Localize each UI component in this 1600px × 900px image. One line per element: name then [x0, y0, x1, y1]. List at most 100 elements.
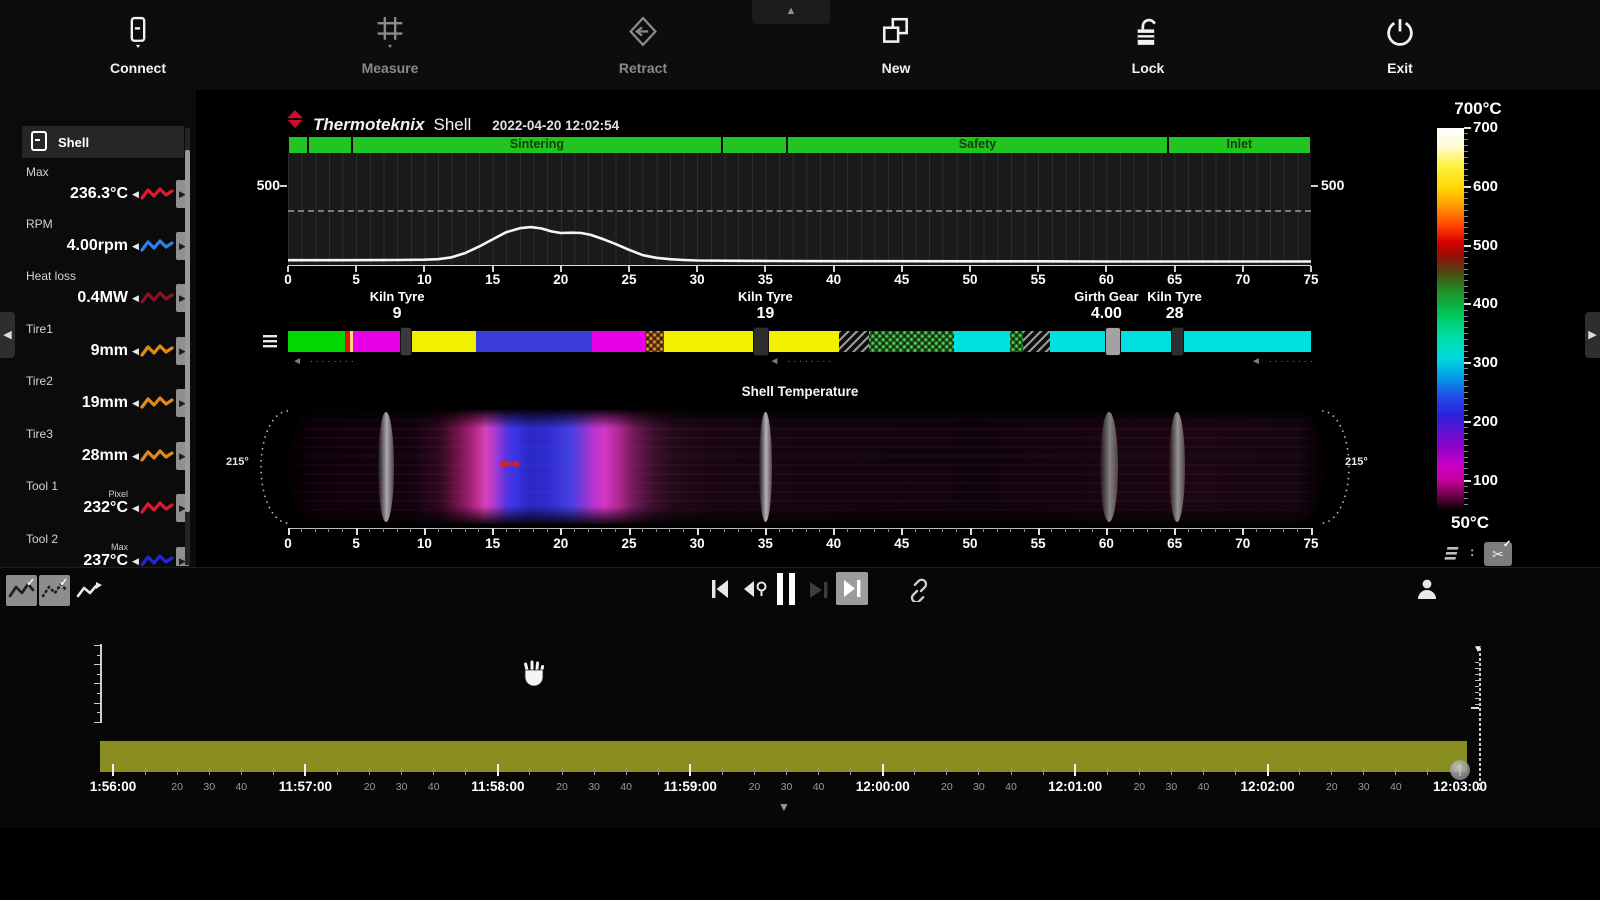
timeline-minor-label: 30	[1349, 781, 1379, 793]
timeline-minor-tick	[337, 768, 338, 775]
colorbar-tick-minor	[1464, 445, 1468, 446]
timeline-major-label: 12:03:00	[1415, 779, 1505, 794]
pause-button-bar2[interactable]	[789, 573, 795, 605]
kiln-marker-label: Kiln Tyre	[337, 289, 457, 304]
sidebar-item-sparkline[interactable]	[140, 185, 174, 203]
thermal-axis-label: 55	[1018, 536, 1058, 551]
sidebar-scrollbar-thumb[interactable]	[185, 150, 190, 512]
toolbar-button-measure[interactable]: Measure	[330, 8, 450, 82]
sidebar-item-label: Max	[26, 165, 49, 179]
palette-options-icon[interactable]	[1444, 545, 1460, 563]
toolbar-collapse-button[interactable]: ▲	[752, 0, 830, 24]
thermal-axis-tick-minor	[369, 528, 370, 532]
timeline-minor-label: 40	[1188, 781, 1218, 793]
thermal-axis-tick-major	[560, 528, 562, 535]
timeline-left-axis-tick	[97, 712, 100, 713]
sidebar-item-sparkline[interactable]	[140, 394, 174, 412]
timeline-scrubber-circle[interactable]	[1450, 760, 1470, 780]
toolbar-button-retract[interactable]: Retract	[583, 8, 703, 82]
skip-end-button[interactable]	[836, 572, 868, 605]
x-axis-label: 30	[677, 272, 717, 287]
thermal-axis-tick-major	[492, 528, 494, 535]
temperature-colorbar[interactable]	[1437, 128, 1464, 510]
colorbar-tick-minor	[1464, 133, 1468, 134]
timeline-minor-label: 40	[419, 781, 449, 793]
measure-icon	[330, 8, 450, 56]
timeline-minor-label: 30	[964, 781, 994, 793]
thermal-axis-tick-minor	[915, 528, 916, 532]
timeline-left-axis-tick	[94, 664, 100, 665]
colorbar-tick-minor	[1464, 374, 1468, 375]
thermal-axis-label: 30	[677, 536, 717, 551]
right-panel-tab[interactable]: ▶	[1585, 312, 1600, 358]
timeline-minor-tick	[658, 768, 659, 775]
band-segment	[839, 331, 869, 352]
sidebar-item-value: 9mm	[22, 342, 128, 360]
thermal-axis-tick-minor	[1051, 528, 1052, 532]
colorbar-tick-minor	[1464, 151, 1468, 152]
colorbar-tick-minor	[1464, 410, 1468, 411]
skip-start-button[interactable]	[708, 577, 732, 601]
timeline-cursor-handle-icon[interactable]: ▼	[1473, 644, 1483, 655]
sidebar-item-value: 237°C	[22, 552, 128, 566]
timeline-cursor-line[interactable]	[1479, 648, 1481, 790]
sidebar-item-sparkline[interactable]	[140, 552, 174, 566]
band-menu-button[interactable]	[262, 333, 278, 349]
user-icon[interactable]	[1416, 578, 1438, 600]
bottom-collapse-button[interactable]: ▼	[770, 800, 798, 816]
timeline-major-label: 12:02:00	[1223, 779, 1313, 794]
thermal-axis-label: 40	[814, 536, 854, 551]
toolbar-label: Lock	[1088, 60, 1208, 76]
colorbar-tick-minor	[1464, 198, 1468, 199]
max-temp-arrow-icon	[499, 456, 521, 466]
toolbar-button-new[interactable]: New	[836, 8, 956, 82]
x-axis-label: 25	[609, 272, 649, 287]
sidebar-item-marker-icon: ◀	[132, 398, 139, 409]
colorbar-tick-minor	[1464, 180, 1468, 181]
sidebar-collapse-tab[interactable]: ◀	[0, 312, 15, 358]
toolbar-button-lock[interactable]: Lock	[1088, 8, 1208, 82]
thermal-axis-tick-minor	[1297, 528, 1298, 532]
thermal-axis-tick-minor	[942, 528, 943, 532]
retract-icon	[583, 8, 703, 56]
new-icon	[836, 8, 956, 56]
colorbar-tick-label: 100	[1473, 472, 1498, 489]
chart-toggle-button-2[interactable]: ✓	[39, 575, 70, 606]
sidebar-item-sparkline[interactable]	[140, 237, 174, 255]
thermal-axis-line	[288, 528, 1311, 529]
timeline-minor-tick	[722, 768, 723, 775]
chart-toggle-button-3[interactable]	[76, 579, 102, 603]
zone-segment-inlet: Inlet	[1169, 137, 1310, 153]
sidebar-item-sparkline[interactable]	[140, 342, 174, 360]
timeline-minor-label: 20	[355, 781, 385, 793]
thermal-axis-tick-minor	[819, 528, 820, 532]
toolbar-button-connect[interactable]: Connect	[78, 8, 198, 82]
sidebar-header[interactable]: Shell	[22, 126, 184, 158]
timeline-minor-tick	[1427, 768, 1428, 775]
sidebar-item-marker-icon: ◀	[132, 189, 139, 200]
pause-button-bar1[interactable]	[777, 573, 783, 605]
timeline-minor-label: 20	[739, 781, 769, 793]
timeline-minor-label: 40	[611, 781, 641, 793]
sidebar-item-sparkline[interactable]	[140, 499, 174, 517]
thermal-axis-tick-major	[629, 528, 631, 535]
chart-toggle-button-1[interactable]: ✓	[6, 575, 37, 606]
link-button[interactable]	[905, 576, 933, 602]
timeline-major-tick	[1074, 764, 1076, 776]
colorbar-tick-minor	[1464, 462, 1468, 463]
timeline-minor-label: 40	[996, 781, 1026, 793]
toolbar-label: Measure	[330, 60, 450, 76]
thermal-axis-tick-minor	[1092, 528, 1093, 532]
sidebar-item-sparkline[interactable]	[140, 447, 174, 465]
colorbar-tick-minor	[1464, 298, 1468, 299]
toolbar-button-exit[interactable]: Exit	[1340, 8, 1460, 82]
timeline-minor-label: 30	[772, 781, 802, 793]
cursor-axis-tick	[1475, 686, 1479, 687]
timeline-minor-tick	[1011, 768, 1012, 775]
colorbar-tick-label: 500	[1473, 237, 1498, 254]
step-back-marker-button[interactable]	[741, 577, 769, 601]
timeline-left-axis-tick	[94, 703, 100, 704]
colorbar-tick-major	[1464, 421, 1471, 423]
colorbar-tick-minor	[1464, 257, 1468, 258]
sidebar-item-sparkline[interactable]	[140, 289, 174, 307]
